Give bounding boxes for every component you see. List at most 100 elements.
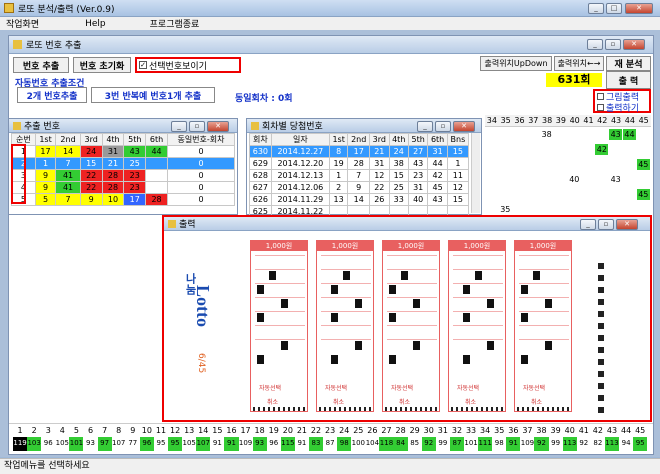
restore-icon[interactable]: ▫ <box>605 39 621 50</box>
minimize-icon[interactable]: _ <box>417 121 433 132</box>
restore-icon[interactable]: ▫ <box>189 121 205 132</box>
slip-row <box>519 269 569 270</box>
frequency-count: 91 <box>297 439 307 447</box>
slip-mark <box>487 299 494 308</box>
winning-col-header: 일자 <box>270 133 330 146</box>
table-row[interactable]: 5 5 7 9 10 17 28 0 <box>11 193 236 206</box>
table-cell: 23 <box>123 169 147 182</box>
slip-row <box>387 325 437 326</box>
slip-mark <box>401 271 408 280</box>
table-cell: 15 <box>388 169 409 182</box>
frequency-count: 93 <box>252 437 267 451</box>
table-cell: 42 <box>427 169 448 182</box>
slip-cancel-label: 취소 <box>531 399 543 406</box>
reset-button[interactable]: 번호 초기화 <box>73 57 131 73</box>
frequency-count: 115 <box>280 437 295 451</box>
table-cell: 25 <box>123 157 147 170</box>
slip-row <box>387 339 437 340</box>
close-icon[interactable]: ✕ <box>623 39 645 50</box>
grid-col-header: 36 <box>514 116 525 125</box>
table-row[interactable]: 3 9 41 22 28 23 0 <box>11 169 236 182</box>
table-cell: 0 <box>166 181 236 194</box>
show-selected-checkbox[interactable]: ✓ 선택번호보이기 <box>135 57 241 73</box>
close-icon[interactable]: ✕ <box>453 121 475 132</box>
extract-button[interactable]: 번호 추출 <box>13 57 69 73</box>
position-updown-button[interactable]: 출력위치UpDown <box>480 56 552 71</box>
table-row[interactable]: 628 2014.12.13 1 7 12 15 23 42 11 <box>249 169 470 182</box>
table-row[interactable]: 626 2014.11.29 13 14 26 33 40 43 15 <box>249 193 470 206</box>
menu-item-workscreen[interactable]: 작업화면 <box>6 17 39 30</box>
reanalyze-button[interactable]: 재 분석 <box>606 56 651 71</box>
frequency-number: 25 <box>353 426 364 435</box>
restore-icon[interactable]: ▫ <box>598 219 614 230</box>
close-icon[interactable]: ✕ <box>625 3 653 14</box>
grid-col-header: 44 <box>624 116 635 125</box>
slip-mark <box>521 313 528 322</box>
slip-header: 1,000원 <box>317 241 373 251</box>
slip-header: 1,000원 <box>383 241 439 251</box>
slip-mark <box>257 355 264 364</box>
minimize-icon[interactable]: _ <box>587 39 603 50</box>
winning-table: 회차 일자 1st 2nd 3rd 4th 5th 6th Bns 630 2014.12.27 8… <box>249 133 470 218</box>
slip-header: 1,000원 <box>449 241 505 251</box>
extract-window-title: 추출 번호 <box>24 122 60 132</box>
slip-bottom-marks <box>385 407 439 411</box>
table-row[interactable]: 4 9 41 22 28 23 0 <box>11 181 236 194</box>
slip-row <box>453 283 503 284</box>
restore-icon[interactable]: ▫ <box>435 121 451 132</box>
table-row[interactable]: 630 2014.12.27 8 17 21 24 27 31 15 <box>249 145 470 158</box>
lotto-slip-game: 1,000원 자동선택 취소 <box>250 240 308 412</box>
table-row[interactable]: 629 2014.12.20 19 28 31 38 43 44 1 <box>249 157 470 170</box>
slip-row <box>255 297 305 298</box>
table-row[interactable]: 2 1 7 15 21 25 0 <box>11 157 236 170</box>
slip-row <box>255 269 305 270</box>
frequency-count: 85 <box>410 439 420 447</box>
frequency-count: 95 <box>168 437 183 451</box>
slip-row <box>321 255 371 256</box>
table-row[interactable]: 1 17 14 24 31 43 44 0 <box>11 145 236 158</box>
table-cell: 26 <box>369 193 390 206</box>
winning-scrollbar[interactable] <box>471 133 480 213</box>
table-cell: 5 <box>34 193 57 206</box>
checkbox-icon[interactable] <box>597 104 604 111</box>
cond-repeat-button[interactable]: 3번 반복예 번호1개 추출 <box>91 87 215 103</box>
frequency-count: 92 <box>421 437 436 451</box>
slip-row <box>519 339 569 340</box>
minimize-icon[interactable]: _ <box>580 219 596 230</box>
slip-auto-label: 자동선택 <box>391 385 414 392</box>
frequency-number: 38 <box>536 426 547 435</box>
menu-item-help[interactable]: Help <box>85 19 106 29</box>
lotto-brand-main: Lotto <box>193 285 213 327</box>
slip-row <box>255 255 305 256</box>
table-cell: 24 <box>79 145 103 158</box>
table-row[interactable]: 627 2014.12.06 2 9 22 25 31 45 12 <box>249 181 470 194</box>
do-print-checkbox[interactable]: 출력하기 <box>595 102 649 114</box>
frequency-number: 43 <box>606 426 618 435</box>
table-cell: 27 <box>407 145 429 158</box>
table-cell: 43 <box>407 157 429 170</box>
maximize-icon[interactable]: □ <box>606 3 622 14</box>
round-display: 631회 <box>546 73 602 87</box>
close-icon[interactable]: ✕ <box>616 219 638 230</box>
cond-two-numbers-button[interactable]: 2개 번호추출 <box>17 87 87 103</box>
minimize-icon[interactable]: _ <box>588 3 604 14</box>
frequency-number: 3 <box>45 426 51 435</box>
slip-row <box>453 269 503 270</box>
menu-item-exit[interactable]: 프로그램종료 <box>150 17 200 30</box>
close-icon[interactable]: ✕ <box>207 121 229 132</box>
position-leftright-button[interactable]: 출력위치←→ <box>554 56 604 71</box>
checkbox-icon[interactable]: ✓ <box>139 61 147 69</box>
frequency-number: 6 <box>87 426 94 435</box>
slip-header: 1,000원 <box>515 241 571 251</box>
table-cell: 2014.12.13 <box>270 169 330 182</box>
frequency-number: 5 <box>73 426 79 435</box>
slip-auto-label: 자동선택 <box>259 385 282 392</box>
frequency-number: 41 <box>578 426 589 435</box>
print-button[interactable]: 출 력 <box>606 71 651 89</box>
table-cell: 25 <box>388 181 409 194</box>
slip-mark <box>331 285 338 294</box>
slip-mark <box>487 341 494 350</box>
table-cell: 2014.11.29 <box>270 193 330 206</box>
minimize-icon[interactable]: _ <box>171 121 187 132</box>
checkbox-icon[interactable] <box>597 93 604 100</box>
